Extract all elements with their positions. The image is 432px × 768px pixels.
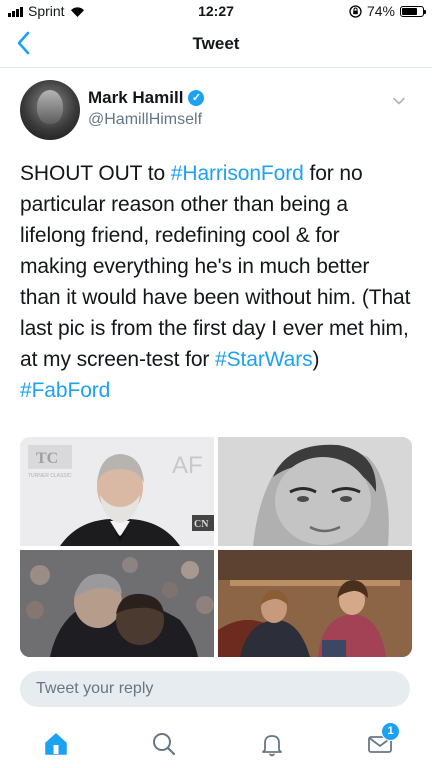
photo-2[interactable]: [218, 437, 412, 546]
author-handle[interactable]: @HamillHimself: [88, 111, 202, 129]
photo-4[interactable]: [218, 550, 412, 657]
avatar[interactable]: [20, 80, 80, 140]
tab-bar: 1: [0, 718, 432, 768]
tab-home[interactable]: [42, 730, 70, 758]
battery-icon: [400, 5, 426, 17]
photo-1-art: TC TURNER CLASSIC AF CN: [20, 437, 214, 546]
chevron-down-icon[interactable]: [392, 94, 406, 108]
tweet-text-segment: for no particular reason other than bein…: [20, 162, 411, 371]
photo-4-art: [218, 550, 412, 657]
hashtag-link[interactable]: #StarWars: [215, 348, 313, 371]
status-bar: Sprint 12:27 74%: [0, 0, 432, 22]
hashtag-link[interactable]: #FabFord: [20, 379, 110, 402]
navigation-bar: Tweet: [0, 22, 432, 68]
verified-badge-icon: ✓: [188, 90, 205, 106]
bell-icon: [262, 735, 282, 757]
hashtag-link[interactable]: #HarrisonFord: [171, 162, 304, 185]
tab-messages[interactable]: 1: [366, 722, 400, 758]
reply-input[interactable]: Tweet your reply: [20, 671, 410, 707]
photo-1-letters: AF: [172, 452, 203, 479]
tweet-author: Mark Hamill ✓ @HamillHimself: [20, 80, 412, 140]
photo-1-sub-text: TURNER CLASSIC: [28, 473, 72, 479]
tweet-text: SHOUT OUT to #HarrisonFord for no partic…: [20, 158, 412, 406]
rotation-lock-icon: [349, 4, 362, 18]
photo-1[interactable]: TC TURNER CLASSIC AF CN: [20, 437, 214, 546]
avatar-face: [37, 90, 63, 124]
photo-3[interactable]: [20, 550, 214, 657]
status-right: 74%: [349, 3, 426, 19]
page-title: Tweet: [192, 34, 240, 53]
photo-2-art: [218, 437, 412, 546]
search-icon: [153, 733, 176, 756]
tweet-text-segment: ): [312, 348, 320, 371]
tweet-media-grid: TC TURNER CLASSIC AF CN: [20, 437, 412, 657]
author-name: Mark Hamill: [88, 88, 184, 107]
messages-badge: 1: [381, 722, 400, 741]
tweet-text-segment: SHOUT OUT to: [20, 162, 171, 185]
tab-notifications[interactable]: [258, 730, 286, 758]
battery-percent: 74%: [366, 3, 395, 19]
home-icon: [45, 733, 67, 755]
author-name-row[interactable]: Mark Hamill ✓: [88, 88, 205, 108]
battery-level: [402, 7, 417, 15]
photo-3-art: [20, 550, 214, 657]
tab-search[interactable]: [150, 730, 178, 758]
photo-1-bottom-text: CN: [194, 519, 209, 530]
photo-1-sign-text: TC: [36, 450, 58, 467]
